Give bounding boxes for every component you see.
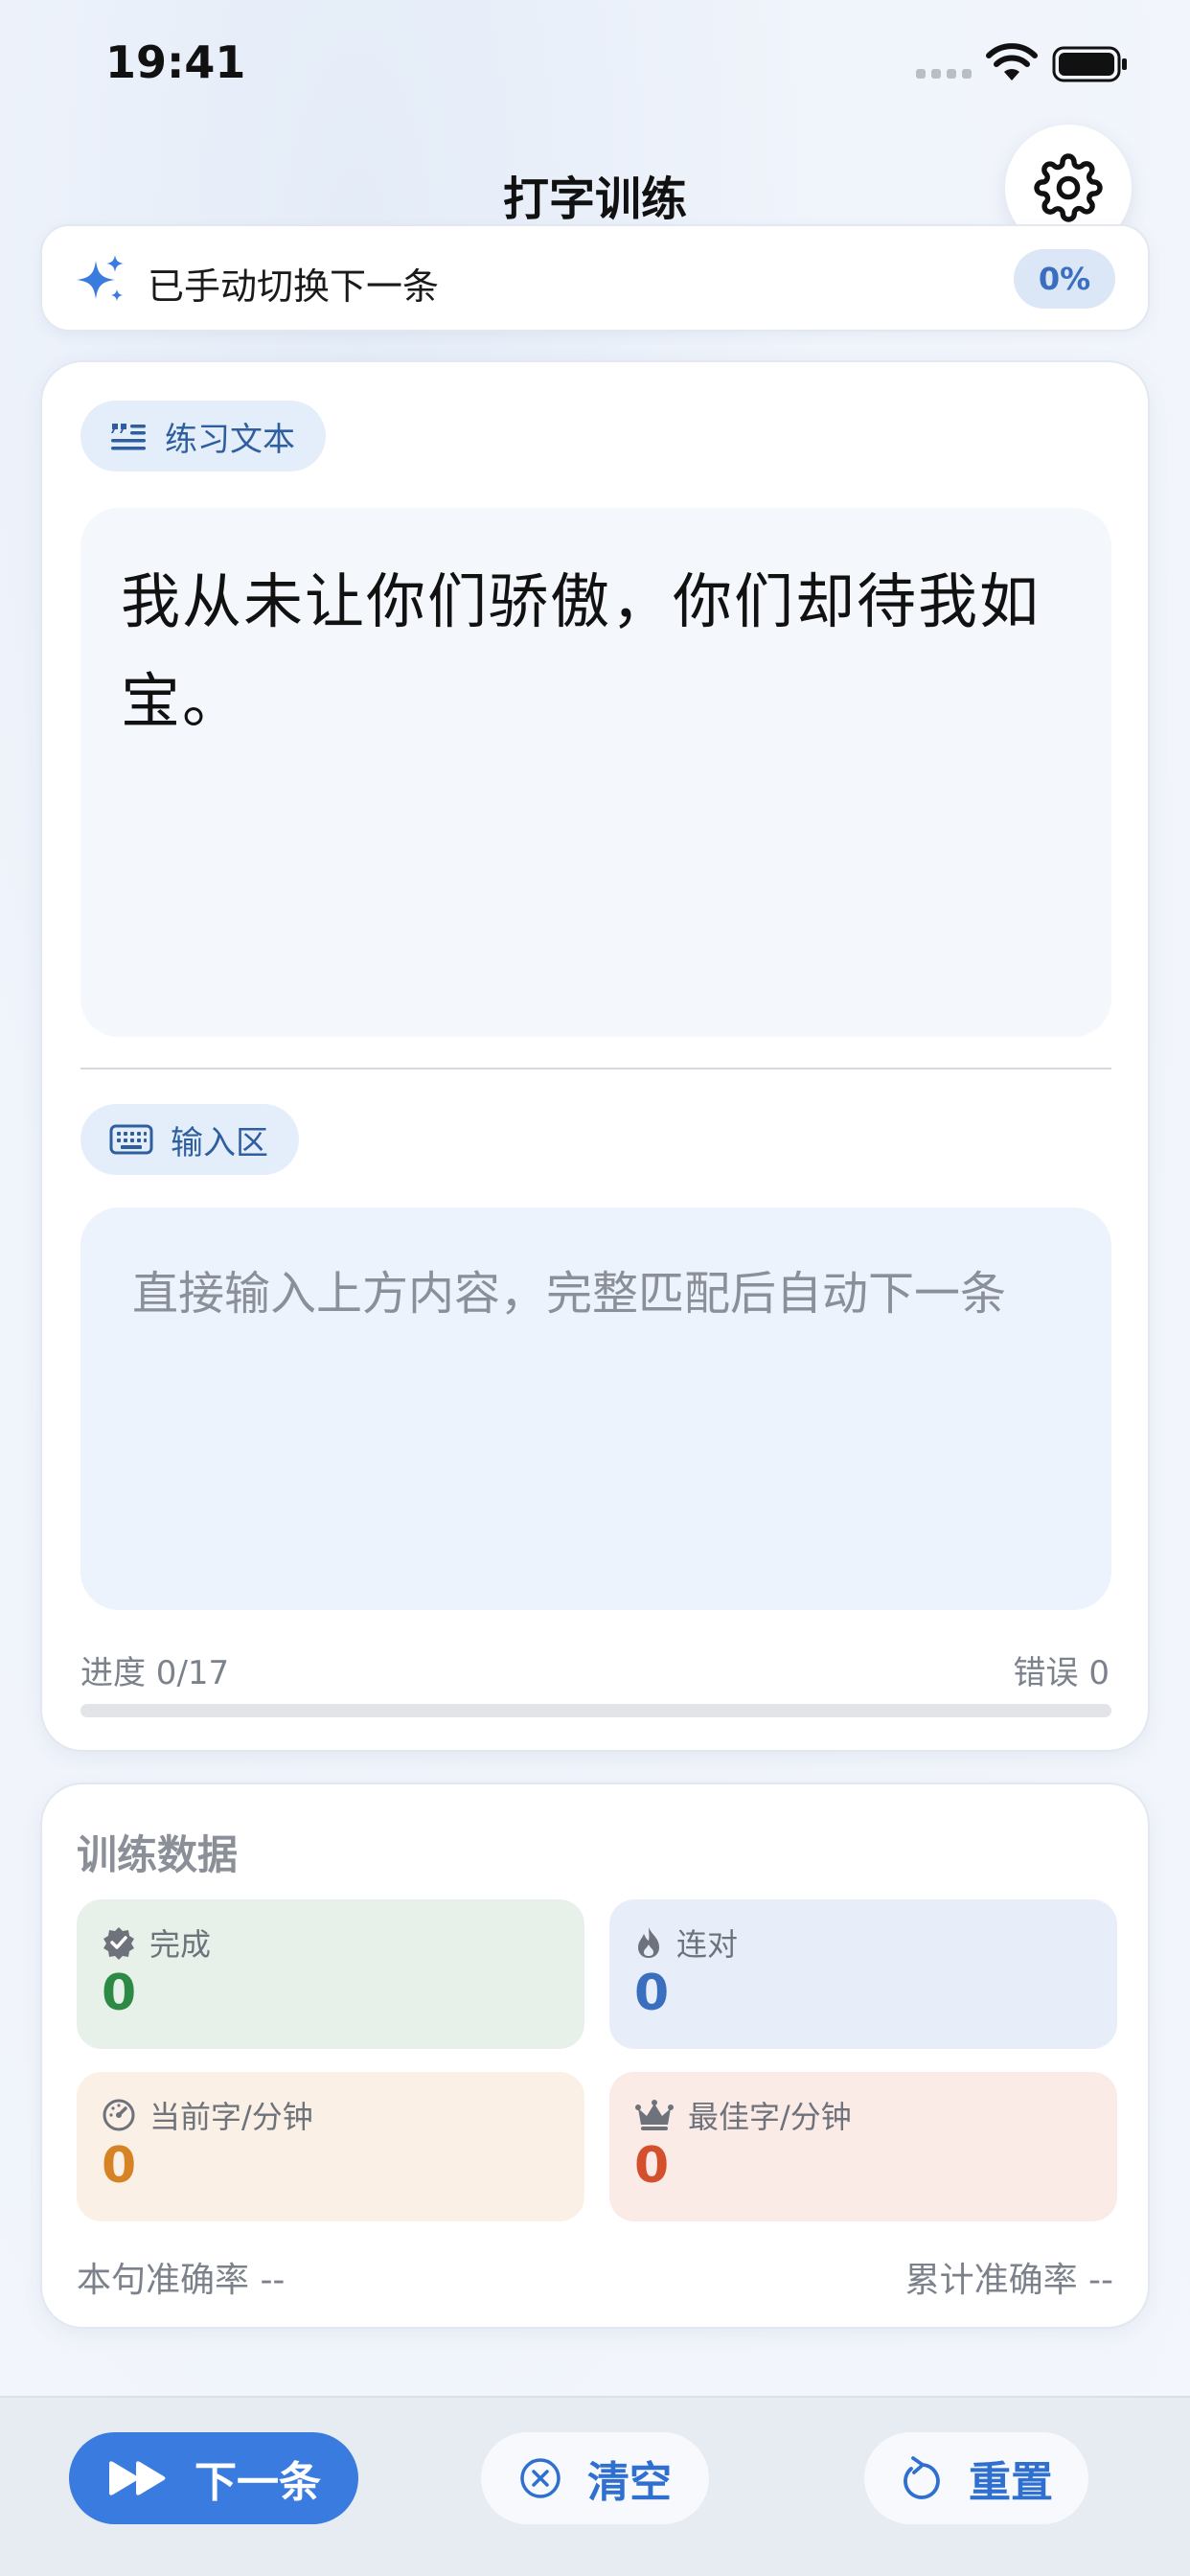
total-accuracy: 累计准确率 -- <box>904 2261 1113 2300</box>
reset-button[interactable]: 重置 <box>864 2432 1088 2524</box>
status-time: 19:41 <box>105 36 246 88</box>
progress-bar <box>80 1704 1111 1717</box>
input-area-chip-label: 输入区 <box>171 1123 268 1162</box>
wifi-icon <box>986 43 1038 80</box>
completion-percent-badge: 0% <box>1014 249 1115 309</box>
stat-tile-current-speed: 当前字/分钟 0 <box>77 2072 584 2221</box>
stat-best-speed-label: 最佳字/分钟 <box>688 2099 852 2135</box>
keyboard-icon <box>109 1124 153 1155</box>
stat-completed-value: 0 <box>102 1965 137 2022</box>
stat-streak-value: 0 <box>634 1965 670 2022</box>
next-button[interactable]: 下一条 <box>69 2432 358 2524</box>
error-count-label: 错误 0 <box>1013 1654 1110 1692</box>
stat-streak-label: 连对 <box>676 1926 739 1963</box>
divider <box>80 1068 1111 1070</box>
reset-button-label: 重置 <box>969 2458 1053 2507</box>
sparkle-icon <box>77 255 124 301</box>
speedometer-icon <box>103 2099 135 2131</box>
crown-icon <box>635 2100 674 2130</box>
flame-icon <box>638 1927 659 1958</box>
prompt-box: 我从未让你们骄傲，你们却待我如宝。 <box>80 508 1111 1037</box>
prompt-text: 我从未让你们骄傲，你们却待我如宝。 <box>121 566 1041 736</box>
progress-label: 进度 0/17 <box>80 1654 230 1692</box>
training-stats-card: 训练数据 完成 0 连对 0 当前字/分钟 0 最佳字/分钟 0 本句准确率 -… <box>40 1782 1150 2329</box>
practice-text-chip: 练习文本 <box>80 401 326 472</box>
typing-input[interactable] <box>80 1208 1111 1610</box>
stat-current-speed-label: 当前字/分钟 <box>149 2099 313 2135</box>
notice-bar: 已手动切换下一条 0% <box>40 224 1150 332</box>
practice-card: 练习文本 我从未让你们骄傲，你们却待我如宝。 输入区 进度 0/17 错误 0 <box>40 360 1150 1752</box>
bottom-action-bar: 下一条 清空 重置 <box>0 2396 1190 2576</box>
stat-tile-best-speed: 最佳字/分钟 0 <box>609 2072 1117 2221</box>
gear-icon <box>1034 153 1103 222</box>
status-bar: 19:41 <box>0 0 1190 125</box>
stat-best-speed-value: 0 <box>634 2137 670 2195</box>
stat-current-speed-value: 0 <box>102 2137 137 2195</box>
notice-text: 已手动切换下一条 <box>148 265 440 308</box>
reset-icon <box>904 2456 940 2499</box>
clear-button-label: 清空 <box>587 2458 672 2507</box>
next-button-label: 下一条 <box>195 2458 321 2507</box>
clear-button[interactable]: 清空 <box>481 2432 709 2524</box>
cellular-signal-icon <box>916 69 972 79</box>
sentence-accuracy: 本句准确率 -- <box>77 2261 286 2300</box>
input-area-chip: 输入区 <box>80 1104 299 1175</box>
quote-list-icon <box>111 424 146 450</box>
stat-completed-label: 完成 <box>149 1926 212 1963</box>
battery-icon <box>1052 46 1127 82</box>
stat-tile-completed: 完成 0 <box>77 1899 584 2049</box>
stat-tile-streak: 连对 0 <box>609 1899 1117 2049</box>
stats-title: 训练数据 <box>77 1831 239 1878</box>
clear-circle-icon <box>520 2458 561 2498</box>
fast-forward-icon <box>109 2461 166 2496</box>
practice-text-chip-label: 练习文本 <box>165 420 295 459</box>
verified-icon <box>103 1927 134 1960</box>
